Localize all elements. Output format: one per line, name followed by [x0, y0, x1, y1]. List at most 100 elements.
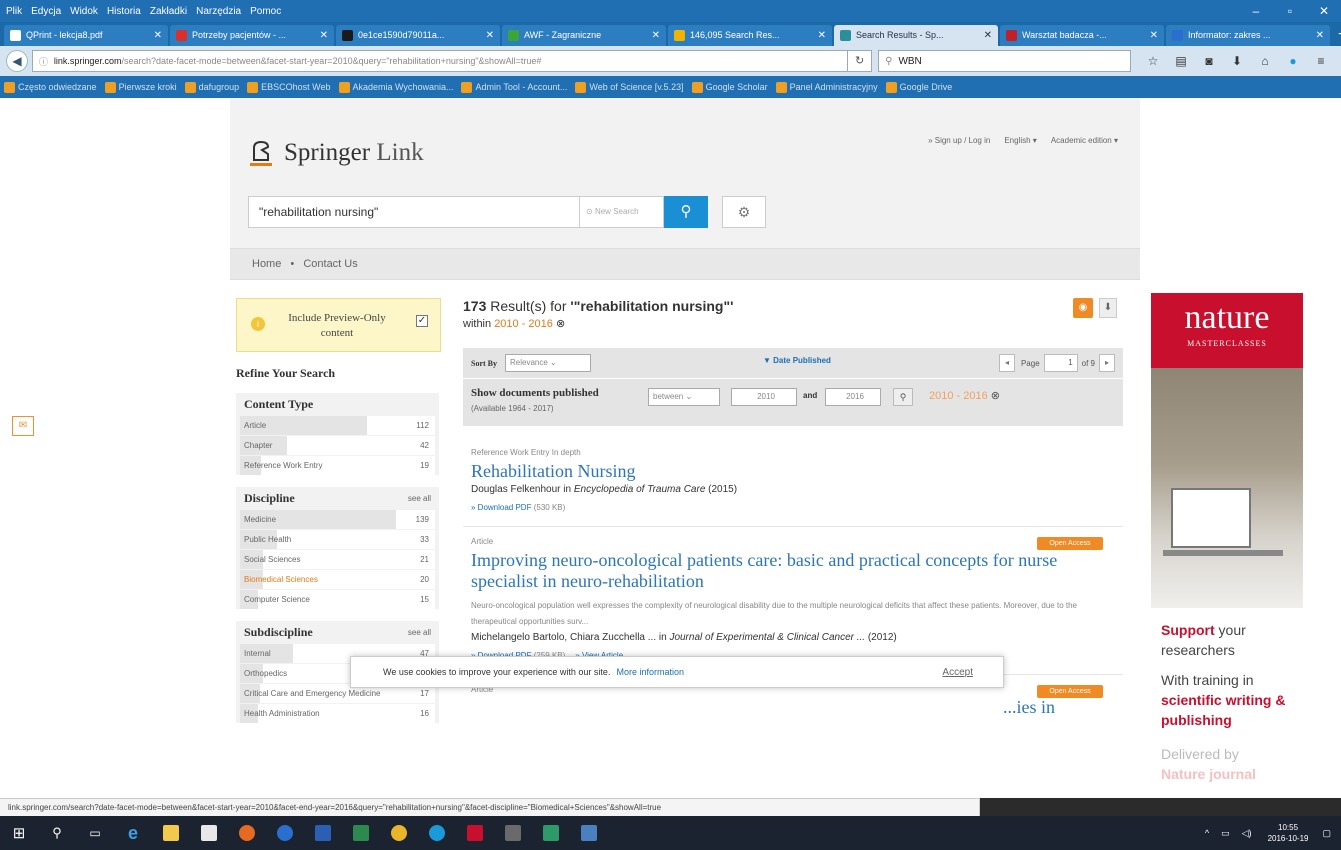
volume-icon[interactable]: ◁) — [1242, 828, 1252, 839]
bookmark-item[interactable]: Google Scholar — [691, 81, 768, 93]
url-bar[interactable]: ⓘ link.springer.com /search?date-facet-m… — [31, 50, 849, 72]
explorer-app[interactable] — [152, 816, 190, 850]
feedback-icon[interactable]: ✉ — [12, 416, 34, 436]
clock[interactable]: 10:55 2016-10-19 — [1268, 822, 1309, 844]
date-published-toggle[interactable]: ▼ Date Published — [763, 356, 831, 365]
see-all-link[interactable]: see all — [408, 628, 431, 637]
result-title-link[interactable]: Improving neuro-oncological patients car… — [471, 550, 1115, 592]
menu-help[interactable]: Pomoc — [250, 6, 281, 17]
clear-range-icon[interactable]: ⊗ — [556, 318, 565, 330]
app-14[interactable] — [494, 816, 532, 850]
next-page-button[interactable]: ▸ — [1099, 354, 1115, 372]
edge-app[interactable]: e — [114, 816, 152, 850]
facet-item[interactable]: Reference Work Entry 19 — [240, 456, 435, 475]
result-title-link[interactable]: ...ies in — [1003, 697, 1055, 718]
new-search-option[interactable]: ⊙ New Search — [580, 196, 664, 228]
menu-history[interactable]: Historia — [107, 6, 141, 17]
facet-item[interactable]: Public Health 33 — [240, 530, 435, 549]
home-link[interactable]: Home — [252, 258, 281, 270]
home-icon[interactable]: ⌂ — [1251, 54, 1279, 68]
network-icon[interactable]: ▭ — [1221, 828, 1230, 839]
bookmark-item[interactable]: Admin Tool - Account... — [461, 81, 567, 93]
chevron-up-icon[interactable]: ^ — [1205, 828, 1209, 838]
tab-close-icon[interactable]: ✕ — [818, 25, 826, 46]
maximize-icon[interactable]: ▫ — [1273, 0, 1307, 22]
download-csv-icon[interactable]: ⬇ — [1099, 298, 1117, 318]
menu-icon[interactable]: ≡ — [1307, 54, 1335, 68]
browser-tab[interactable]: 0e1ce1590d79011a... ✕ — [336, 25, 500, 46]
facet-item[interactable]: Social Sciences 21 — [240, 550, 435, 569]
language-select[interactable]: English ▾ — [1004, 136, 1036, 145]
search-input[interactable]: "rehabilitation nursing" — [248, 196, 580, 228]
bookmark-item[interactable]: Panel Administracyjny — [775, 81, 878, 93]
tab-close-icon[interactable]: ✕ — [652, 25, 660, 46]
menu-edit[interactable]: Edycja — [31, 6, 61, 17]
search-button[interactable]: ⚲ — [664, 196, 708, 228]
task-view-button[interactable]: ▭ — [76, 816, 114, 850]
download-pdf-link[interactable]: » Download PDF — [471, 503, 531, 512]
skype-icon[interactable]: ● — [1279, 54, 1307, 68]
app-15[interactable] — [532, 816, 570, 850]
date-search-button[interactable]: ⚲ — [893, 388, 913, 406]
menu-file[interactable]: Plik — [6, 6, 22, 17]
browser-tab[interactable]: Informator: zakres ... ✕ — [1166, 25, 1330, 46]
close-icon[interactable]: ✕ — [1307, 0, 1341, 22]
library-icon[interactable]: ▤ — [1167, 54, 1195, 68]
download-icon[interactable]: ⬇ — [1223, 54, 1251, 68]
search-box[interactable]: ⚲ WBN — [878, 50, 1131, 72]
browser-tab[interactable]: Warsztat badacza -... ✕ — [1000, 25, 1164, 46]
tab-close-icon[interactable]: ✕ — [320, 25, 328, 46]
app-8[interactable] — [266, 816, 304, 850]
app-16[interactable] — [570, 816, 608, 850]
search-taskbar-button[interactable]: ⚲ — [38, 816, 76, 850]
preview-only-toggle[interactable]: i Include Preview-Only content ✓ — [236, 298, 441, 352]
menu-view[interactable]: Widok — [70, 6, 98, 17]
facet-item[interactable]: Chapter 42 — [240, 436, 435, 455]
bookmark-item[interactable]: Często odwiedzane — [4, 81, 97, 93]
from-year-input[interactable]: 2010 — [731, 388, 797, 406]
bookmark-item[interactable]: Google Drive — [885, 81, 952, 93]
cookie-more-info-link[interactable]: More information — [616, 667, 684, 677]
result-source-link[interactable]: Encyclopedia of Trauma Care — [574, 484, 706, 495]
browser-tab[interactable]: Potrzeby pacjentów - ... ✕ — [170, 25, 334, 46]
skype-app[interactable] — [418, 816, 456, 850]
minimize-icon[interactable]: – — [1239, 0, 1273, 22]
menu-bookmarks[interactable]: Zakładki — [150, 6, 187, 17]
search-settings-button[interactable]: ⚙ — [722, 196, 766, 228]
edition-select[interactable]: Academic edition ▾ — [1051, 136, 1118, 145]
facet-item[interactable]: Article 112 — [240, 416, 435, 435]
info-icon[interactable]: ⓘ — [39, 55, 48, 68]
date-mode-select[interactable]: between ⌄ — [648, 388, 720, 406]
menu-tools[interactable]: Narzędzia — [196, 6, 241, 17]
bookmark-item[interactable]: dafugroup — [184, 81, 239, 93]
start-button[interactable]: ⊞ — [0, 816, 38, 850]
bookmark-item[interactable]: Akademia Wychowania... — [338, 81, 453, 93]
notifications-icon[interactable]: ▢ — [1322, 828, 1331, 839]
result-source-link[interactable]: Journal of Experimental & Clinical Cance… — [669, 632, 865, 643]
browser-tab[interactable]: 146,095 Search Res... ✕ — [668, 25, 832, 46]
chrome-app[interactable] — [380, 816, 418, 850]
signup-login-link[interactable]: » Sign up / Log in — [928, 136, 990, 145]
see-all-link[interactable]: see all — [408, 494, 431, 503]
contact-us-link[interactable]: Contact Us — [303, 258, 357, 270]
firefox-app[interactable] — [228, 816, 266, 850]
store-app[interactable] — [190, 816, 228, 850]
facet-item[interactable]: Medicine 139 — [240, 510, 435, 529]
facet-item[interactable]: Biomedical Sciences 20 — [240, 570, 435, 589]
remove-range-icon[interactable]: ⊗ — [991, 390, 1000, 402]
browser-tab[interactable]: AWF - Zagraniczne ✕ — [502, 25, 666, 46]
to-year-input[interactable]: 2016 — [825, 388, 881, 406]
tab-close-icon[interactable]: ✕ — [1150, 25, 1158, 46]
browser-tab[interactable]: Search Results - Sp... ✕ — [834, 25, 998, 46]
nature-masterclasses-ad[interactable]: nature MASTERCLASSES Support your resear… — [1151, 293, 1303, 798]
pdf-app[interactable] — [456, 816, 494, 850]
tab-close-icon[interactable]: ✕ — [486, 25, 494, 46]
bookmark-item[interactable]: Web of Science [v.5.23] — [575, 81, 684, 93]
sort-select[interactable]: Relevance ⌄ — [505, 354, 591, 372]
reload-button[interactable]: ↻ — [848, 50, 873, 72]
tab-close-icon[interactable]: ✕ — [154, 25, 162, 46]
pocket-icon[interactable]: ◙ — [1195, 54, 1223, 68]
facet-item[interactable]: Computer Science 15 — [240, 590, 435, 609]
browser-tab[interactable]: QPrint - lekcja8.pdf ✕ — [4, 25, 168, 46]
facet-item[interactable]: Health Administration 16 — [240, 704, 435, 723]
